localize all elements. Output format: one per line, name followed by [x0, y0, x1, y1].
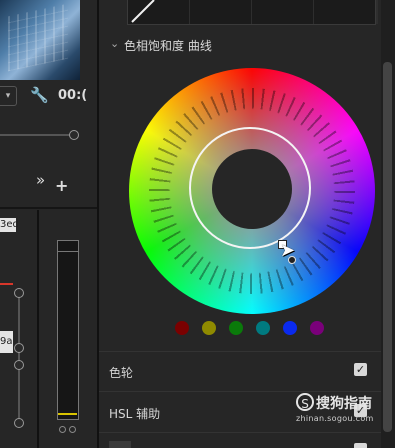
row-divider: [99, 351, 381, 352]
add-icon[interactable]: +: [55, 176, 68, 195]
chevron-down-icon[interactable]: ⌄: [110, 37, 119, 50]
left-divider: [0, 207, 97, 209]
meter-dot-left: [59, 426, 66, 433]
wrench-icon[interactable]: 🔧: [30, 86, 49, 104]
swatch-yellow[interactable]: [202, 321, 216, 335]
color-wheel-label: 色轮: [109, 366, 134, 380]
audio-level-indicator: [58, 413, 77, 415]
wheel-center: [212, 149, 292, 229]
sogou-logo-icon: S: [296, 393, 314, 411]
row-divider: [99, 432, 381, 433]
clip-label: 3ed: [0, 218, 19, 232]
scrollbar-thumb[interactable]: [383, 62, 392, 432]
more-chevrons-icon[interactable]: »: [36, 171, 45, 189]
audio-level-meter: [57, 240, 79, 420]
swatch-cyan[interactable]: [256, 321, 270, 335]
top-divider: [376, 0, 378, 24]
row-divider: [99, 391, 381, 392]
section-title[interactable]: 色相饱和度 曲线: [124, 37, 212, 54]
cursor-target-icon: [288, 256, 296, 264]
curve-line: [131, 0, 155, 23]
dropdown-chevron-icon[interactable]: ▾: [0, 86, 17, 106]
scrub-slider-handle[interactable]: [69, 130, 79, 140]
hsl-secondary-label: HSL 辅助: [109, 407, 161, 421]
swatch-blue[interactable]: [283, 321, 297, 335]
slider-knob-1[interactable]: [14, 288, 24, 298]
curve-graph[interactable]: [127, 0, 376, 25]
slider-knob-4[interactable]: [14, 418, 24, 428]
next-row-label-partial: [109, 441, 131, 448]
red-marker: [0, 283, 13, 285]
slider-knob-2[interactable]: [14, 343, 24, 353]
timecode: 00:(: [58, 88, 88, 103]
swatch-magenta[interactable]: [310, 321, 324, 335]
meter-dot-right: [69, 426, 76, 433]
swatch-green[interactable]: [229, 321, 243, 335]
color-wheel-checkbox[interactable]: ✓: [354, 363, 367, 376]
watermark-url: zhinan.sogou.com: [296, 414, 374, 423]
swatch-red[interactable]: [175, 321, 189, 335]
watermark-text: 搜狗指南: [316, 396, 372, 412]
clip-label-2: 9a: [0, 331, 13, 353]
left-column-divider: [37, 210, 39, 448]
video-preview-thumbnail[interactable]: [0, 0, 80, 80]
next-row-checkbox-partial[interactable]: [354, 443, 367, 448]
scrub-slider-track[interactable]: [0, 134, 74, 136]
vertical-slider-track[interactable]: [18, 292, 20, 422]
slider-knob-3[interactable]: [14, 360, 24, 370]
